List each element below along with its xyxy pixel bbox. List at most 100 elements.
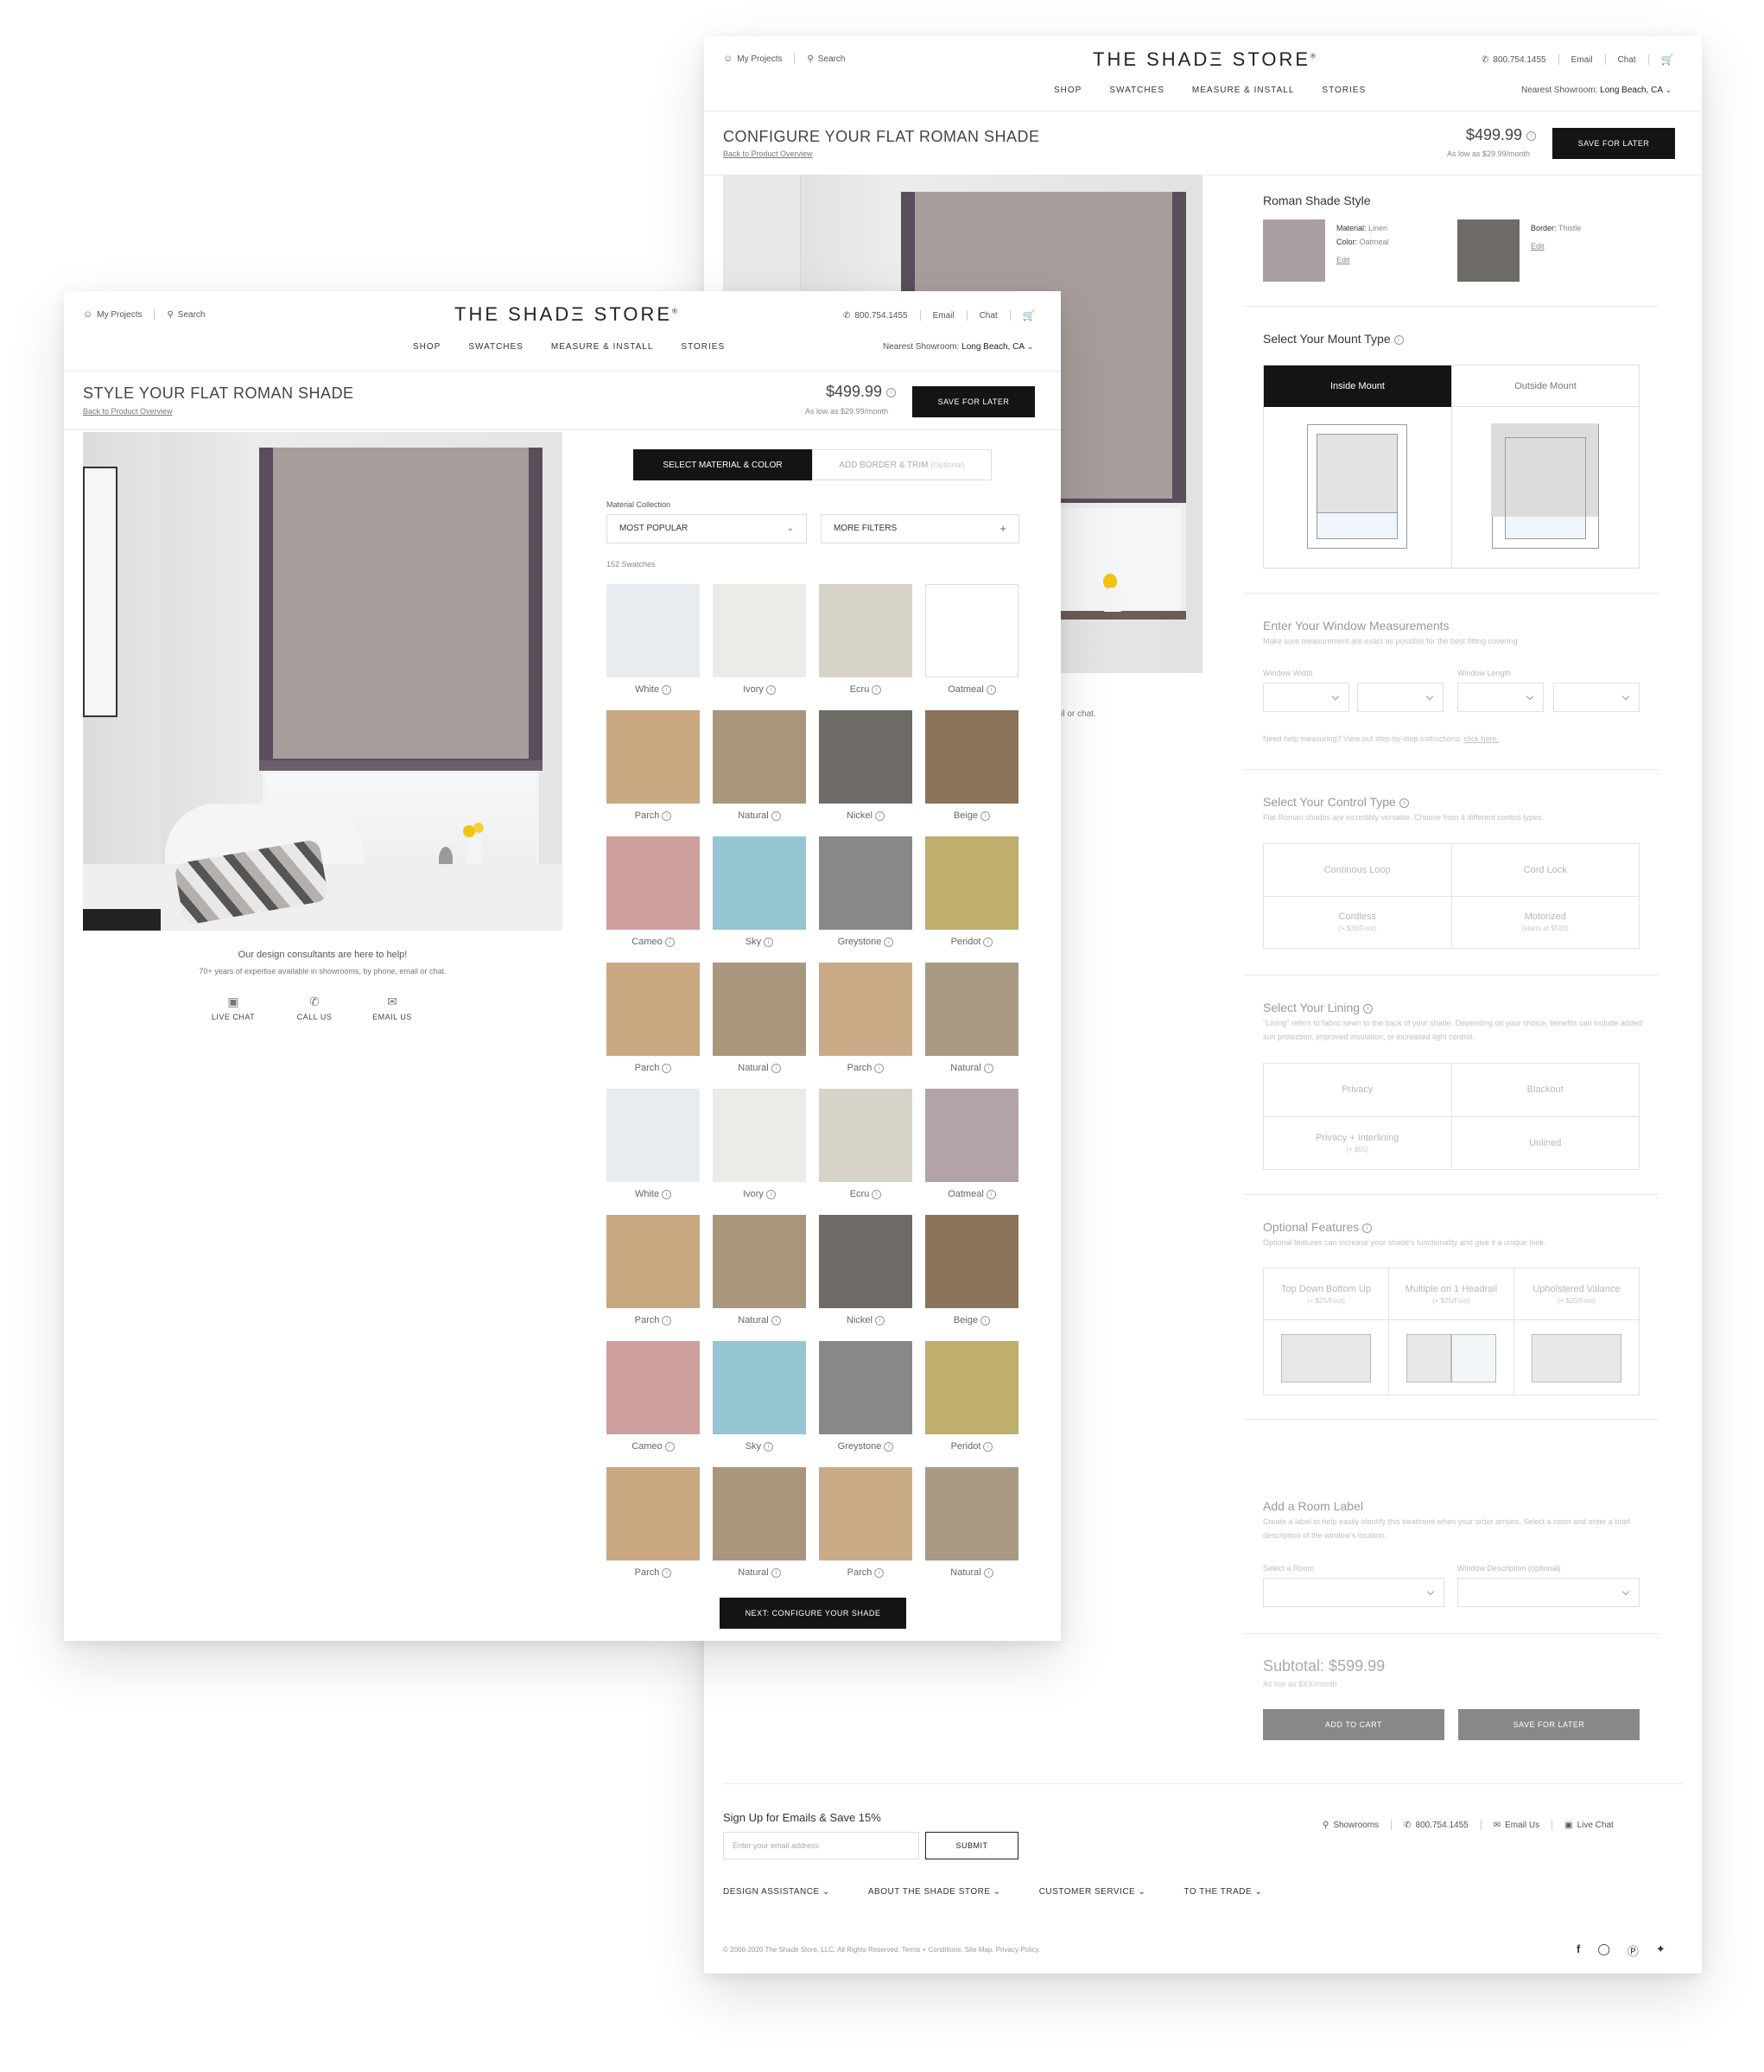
swatch-item[interactable]: Cameo i [606,836,700,947]
call-us-action[interactable]: ✆ CALL US [289,995,340,1021]
info-icon[interactable]: i [980,1315,991,1325]
edit-border-link[interactable]: Edit [1531,239,1581,253]
nav-swatches[interactable]: SWATCHES [1109,86,1164,95]
logo[interactable]: THE SHADΞ STORE® [1093,48,1316,71]
swatch-item[interactable]: Natural i [925,1467,1018,1578]
info-icon[interactable]: i [1393,334,1404,345]
swatch-chip[interactable] [606,836,700,930]
info-icon[interactable]: i [662,684,672,695]
nearest-showroom[interactable]: Nearest Showroom: Long Beach, CA ⌄ [1521,86,1672,95]
swatch-chip[interactable] [819,1341,912,1434]
outside-mount-option[interactable]: Outside Mount [1451,365,1639,407]
nearest-showroom[interactable]: Nearest Showroom: Long Beach, CA ⌄ [883,342,1034,352]
info-icon[interactable]: i [872,684,882,695]
edit-material-link[interactable]: Edit [1336,253,1389,267]
width-inches-select[interactable] [1263,683,1349,712]
swatch-chip[interactable] [713,1089,806,1182]
info-icon[interactable]: i [764,937,774,947]
nav-measure-install[interactable]: MEASURE & INSTALL [551,342,654,352]
feature-option-upholstered-valance[interactable]: Upholstered Valance (+ $25/Foot) [1514,1268,1639,1395]
search-link[interactable]: Search [818,54,846,64]
save-for-later-button[interactable]: SAVE FOR LATER [1552,128,1675,159]
cart-icon[interactable]: 🛒 [1661,54,1674,66]
swatch-item[interactable]: Parch i [819,1467,912,1578]
swatch-item[interactable]: Natural i [713,1467,806,1578]
twitter-icon[interactable]: ✦ [1656,1942,1666,1959]
chat-link[interactable]: Chat [980,311,998,321]
email-us-action[interactable]: ✉ EMAIL US [366,995,418,1021]
info-icon[interactable]: i [771,1063,781,1073]
tab-material-color[interactable]: SELECT MATERIAL & COLOR [633,449,812,480]
swatch-item[interactable]: Natural i [713,963,806,1073]
info-icon[interactable]: i [771,810,781,821]
lining-option-unlined[interactable]: Unlined [1451,1116,1640,1170]
info-icon[interactable]: i [662,1567,672,1578]
info-icon[interactable]: i [986,1189,996,1199]
nav-shop[interactable]: SHOP [413,342,441,352]
swatch-chip[interactable] [713,710,806,804]
swatch-item[interactable]: Sky i [713,836,806,947]
control-option-cord-lock[interactable]: Cord Lock [1451,844,1640,897]
tab-border-trim[interactable]: ADD BORDER & TRIM (Optional) [812,449,992,480]
live-chat-action[interactable]: ▣ LIVE CHAT [207,995,259,1021]
swatch-item[interactable]: Natural i [713,710,806,821]
swatch-chip[interactable] [925,1341,1018,1434]
info-icon[interactable]: i [662,1315,672,1325]
swatch-chip[interactable] [713,1467,806,1560]
lining-option-blackout[interactable]: Blackout [1451,1064,1640,1117]
swatch-item[interactable]: Ecru i [819,584,912,695]
swatch-item[interactable]: Parch i [606,963,700,1073]
info-icon[interactable]: i [1362,1003,1373,1014]
swatch-item[interactable]: Sky i [713,1341,806,1452]
info-icon[interactable]: i [884,937,894,947]
info-icon[interactable]: i [662,1063,672,1073]
swatch-chip[interactable] [713,584,806,677]
swatch-chip[interactable] [606,584,700,677]
swatch-chip[interactable] [925,584,1018,677]
back-link[interactable]: Back to Product Overview [83,407,173,416]
logo[interactable]: THE SHADΞ STORE® [454,303,677,326]
swatch-item[interactable]: Greystone i [819,1341,912,1452]
info-icon[interactable]: i [874,1567,885,1578]
swatch-chip[interactable] [925,963,1018,1056]
swatch-item[interactable]: Peridot i [925,1341,1018,1452]
info-icon[interactable]: i [886,387,897,397]
email-link[interactable]: Email [1571,55,1593,65]
facebook-icon[interactable]: f [1577,1942,1580,1959]
swatch-item[interactable]: Ivory i [713,1089,806,1199]
measure-help-link[interactable]: click here. [1463,734,1499,743]
swatch-item[interactable]: Beige i [925,710,1018,821]
info-icon[interactable]: i [986,684,996,695]
nav-stories[interactable]: STORIES [681,342,725,352]
swatch-item[interactable]: Greystone i [819,836,912,947]
footer-link-design-assistance[interactable]: DESIGN ASSISTANCE ⌄ [723,1887,830,1897]
info-icon[interactable]: i [771,1315,781,1325]
info-icon[interactable]: i [980,810,991,821]
save-for-later-button-bottom[interactable]: SAVE FOR LATER [1458,1709,1640,1740]
swatch-item[interactable]: Ivory i [713,584,806,695]
info-icon[interactable]: i [1362,1223,1373,1233]
swatch-chip[interactable] [713,1215,806,1308]
info-icon[interactable]: i [664,937,675,947]
info-icon[interactable]: i [662,810,672,821]
swatch-chip[interactable] [925,1089,1018,1182]
footer-link-trade[interactable]: TO THE TRADE ⌄ [1183,1887,1262,1897]
info-icon[interactable]: i [664,1441,675,1452]
info-icon[interactable]: i [874,1063,885,1073]
feature-option-top-down[interactable]: Top Down Bottom Up (+ $25/Foot) [1264,1268,1389,1395]
info-icon[interactable]: i [662,1189,672,1199]
swatch-chip[interactable] [819,1215,912,1308]
swatch-chip[interactable] [819,1089,912,1182]
width-fraction-select[interactable] [1357,683,1444,712]
swatch-chip[interactable] [925,1215,1018,1308]
next-configure-button[interactable]: NEXT: CONFIGURE YOUR SHADE [720,1598,906,1629]
swatch-chip[interactable] [819,584,912,677]
lining-option-privacy[interactable]: Privacy [1264,1064,1452,1117]
swatch-item[interactable]: White i [606,1089,700,1199]
footer-link-about[interactable]: ABOUT THE SHADE STORE ⌄ [868,1887,1001,1897]
swatch-item[interactable]: Parch i [606,710,700,821]
info-icon[interactable]: i [874,810,885,821]
lining-option-privacy-interlining[interactable]: Privacy + Interlining (+ $55) [1264,1116,1452,1170]
feature-option-multiple-headrail[interactable]: Multiple on 1 Headrail (+ $25/Foot) [1389,1268,1514,1395]
swatch-item[interactable]: Parch i [606,1467,700,1578]
